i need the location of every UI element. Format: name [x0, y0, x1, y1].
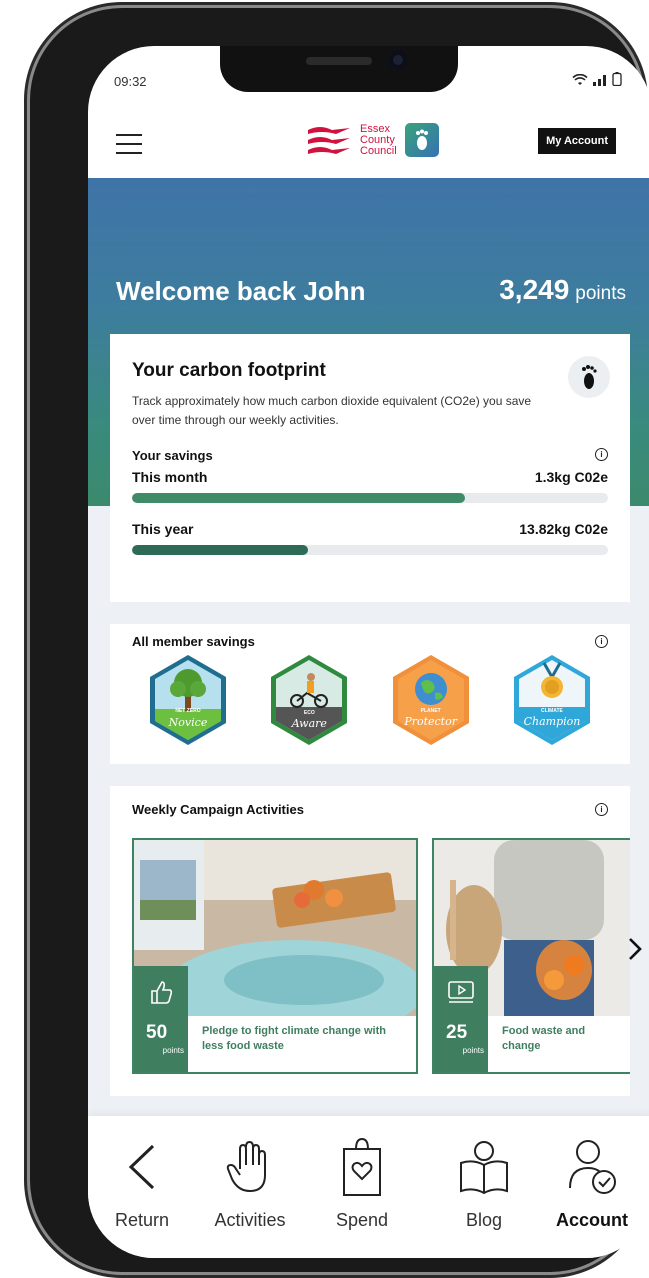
member-savings-card: All member savings i NET ZERO Novice ECO…	[110, 624, 630, 764]
activity-footer: 25 points Food waste and change	[434, 1014, 630, 1072]
info-icon[interactable]: i	[595, 448, 608, 461]
progress-bar-year	[132, 545, 608, 555]
shopping-bag-icon	[312, 1136, 412, 1198]
progress-fill	[132, 493, 466, 503]
status-icons	[572, 72, 622, 86]
savings-row-value: 1.3kg C02e	[534, 469, 608, 485]
points-label: points	[575, 283, 626, 304]
carousel-next-icon[interactable]	[628, 936, 642, 968]
activity-points-value: 25	[446, 1022, 468, 1043]
logo-line-2: County	[360, 133, 395, 146]
info-icon[interactable]: i	[595, 803, 608, 816]
badge-row: NET ZERO Novice ECO Aware PLANET Protect…	[132, 653, 608, 747]
carbon-description: Track approximately how much carbon diox…	[132, 394, 532, 427]
nav-activities[interactable]: Activities	[200, 1136, 300, 1231]
council-logo: Essex County Council	[306, 122, 439, 158]
nav-account[interactable]: Account	[542, 1136, 642, 1231]
status-time: 09:32	[114, 74, 147, 89]
battery-icon	[612, 72, 622, 86]
badge-champion[interactable]: CLIMATE Champion	[510, 653, 594, 747]
badge-name: Novice	[168, 716, 208, 729]
phone-screen: 09:32 Essex County Council My Account We…	[88, 46, 649, 1258]
activity-footer: 50 points Pledge to fight climate change…	[134, 1014, 416, 1072]
my-account-button[interactable]: My Account	[538, 128, 616, 154]
logo-line-1: Essex	[360, 122, 390, 135]
video-icon	[434, 966, 488, 1018]
front-camera	[388, 50, 408, 70]
activity-card[interactable]: 25 points Food waste and change	[432, 838, 630, 1074]
activity-points-label: points	[462, 1046, 484, 1055]
footprint-app-icon	[404, 123, 439, 157]
member-savings-heading: All member savings i	[132, 634, 608, 649]
info-icon[interactable]: i	[595, 635, 608, 648]
savings-row-label: This year	[132, 521, 194, 537]
activity-title: Pledge to fight climate change with less…	[202, 1025, 386, 1052]
speaker	[306, 57, 372, 65]
essex-crest-icon	[308, 127, 350, 154]
nav-return[interactable]: Return	[92, 1136, 192, 1231]
nav-spend[interactable]: Spend	[312, 1136, 412, 1231]
badge-name: Champion	[523, 715, 581, 728]
activity-points-value: 50	[146, 1022, 168, 1043]
progress-bar-month	[132, 493, 608, 503]
account-icon	[542, 1136, 642, 1198]
badge-top-text: CLIMATE	[541, 708, 563, 714]
activity-title: Food waste and change	[502, 1025, 586, 1052]
points-total: 3,249 points	[499, 274, 626, 306]
book-icon	[434, 1136, 534, 1198]
footprint-icon	[568, 356, 610, 398]
hand-icon	[200, 1136, 300, 1198]
nav-label: Return	[114, 1210, 170, 1230]
savings-label: Your savings	[132, 448, 213, 463]
nav-label: Account	[556, 1210, 628, 1230]
activity-card[interactable]: 50 points Pledge to fight climate change…	[132, 838, 418, 1074]
activity-points-label: points	[162, 1046, 184, 1055]
progress-fill	[132, 545, 309, 555]
member-savings-title: All member savings	[132, 634, 255, 649]
thumbs-up-icon	[134, 966, 188, 1018]
logo-line-3: Council	[360, 144, 397, 157]
carbon-title: Your carbon footprint	[132, 360, 326, 381]
badge-top-text: PLANET	[420, 708, 441, 714]
welcome-heading: Welcome back John	[116, 276, 366, 306]
nav-label: Blog	[465, 1210, 503, 1230]
savings-row-month: This month 1.3kg C02e	[132, 469, 608, 485]
activity-points: 50 points	[134, 1014, 188, 1072]
badge-top-text: NET ZERO	[175, 708, 201, 714]
savings-row-label: This month	[132, 469, 208, 485]
nav-label: Spend	[335, 1210, 389, 1230]
app-header: Essex County Council My Account	[88, 112, 649, 178]
weekly-title: Weekly Campaign Activities	[132, 802, 304, 817]
menu-icon[interactable]	[116, 134, 142, 154]
wifi-icon	[572, 74, 588, 85]
savings-row-year: This year 13.82kg C02e	[132, 521, 608, 537]
notch	[220, 46, 458, 92]
activity-points: 25 points	[434, 1014, 488, 1072]
phone-frame: 09:32 Essex County Council My Account We…	[30, 8, 649, 1272]
badge-top-text: ECO	[303, 710, 315, 716]
weekly-heading: Weekly Campaign Activities i	[132, 802, 608, 817]
back-icon	[92, 1136, 192, 1198]
nav-blog[interactable]: Blog	[434, 1136, 534, 1231]
activity-carousel: 50 points Pledge to fight climate change…	[132, 838, 630, 1074]
carbon-footprint-card: Your carbon footprint Track approximatel…	[110, 334, 630, 602]
signal-icon	[593, 75, 606, 86]
badge-name: Protector	[404, 715, 457, 728]
nav-label: Activities	[214, 1210, 286, 1230]
badge-name: Aware	[291, 717, 327, 730]
bottom-navigation: Return Activities Spend Blog Account	[88, 1116, 649, 1258]
badge-novice[interactable]: NET ZERO Novice	[146, 653, 230, 747]
savings-heading: Your savings i	[132, 448, 608, 463]
badge-protector[interactable]: PLANET Protector	[389, 653, 473, 747]
savings-row-value: 13.82kg C02e	[519, 521, 608, 537]
council-name: Essex County Council	[360, 122, 397, 157]
badge-aware[interactable]: ECO Aware	[267, 653, 351, 747]
weekly-activities-card: Weekly Campaign Activities i 50 points P…	[110, 786, 630, 1096]
points-value: 3,249	[499, 274, 570, 305]
